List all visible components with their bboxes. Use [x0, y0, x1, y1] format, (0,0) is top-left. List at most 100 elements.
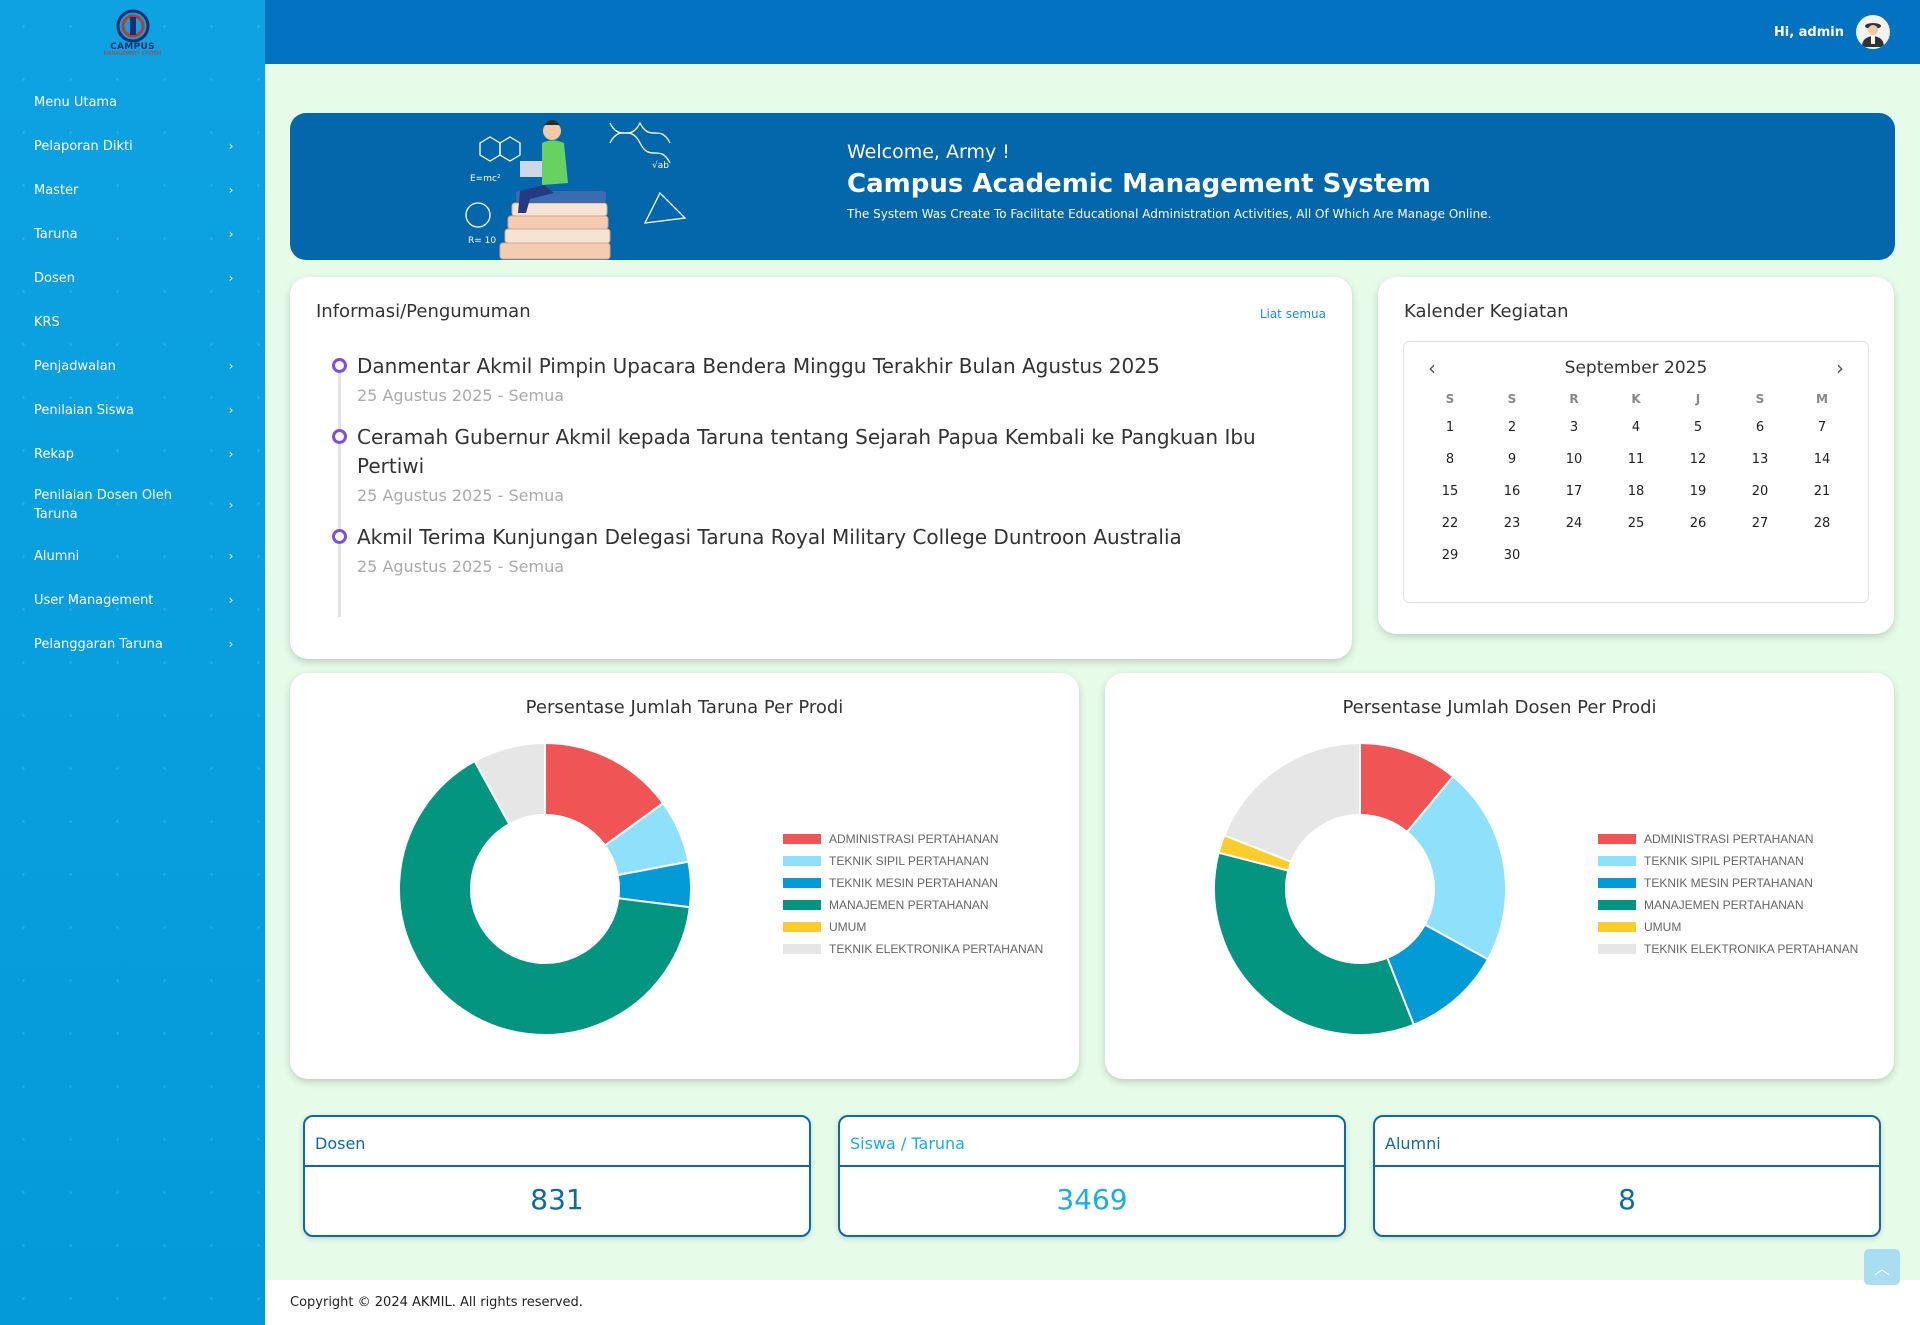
- sidebar-item-alumni[interactable]: Alumni ›: [0, 534, 265, 578]
- calendar-day[interactable]: 4: [1605, 412, 1667, 444]
- stat-value: 3469: [1056, 1183, 1128, 1216]
- chevron-right-icon: ›: [228, 447, 234, 461]
- see-all-link[interactable]: Liat semua: [1260, 307, 1326, 321]
- sidebar-item-label: Penilaian Dosen Oleh Taruna: [34, 488, 172, 522]
- stat-label: Dosen: [305, 1117, 809, 1167]
- announcements-timeline: Danmentar Akmil Pimpin Upacara Bendera M…: [332, 352, 1323, 617]
- sidebar-item-krs[interactable]: KRS: [0, 300, 265, 344]
- legend-swatch: [1598, 834, 1636, 844]
- calendar-day[interactable]: 28: [1791, 508, 1853, 540]
- calendar-day[interactable]: 14: [1791, 444, 1853, 476]
- calendar-day[interactable]: 7: [1791, 412, 1853, 444]
- legend-label[interactable]: MANAJEMEN PERTAHANAN: [1644, 898, 1804, 912]
- legend-label[interactable]: TEKNIK SIPIL PERTAHANAN: [829, 854, 989, 868]
- student-on-books-illustration: E=mc² R= 10 √ab: [465, 120, 687, 260]
- calendar-day[interactable]: 17: [1543, 476, 1605, 508]
- sidebar-item-label: User Management: [34, 592, 154, 608]
- calendar-day[interactable]: 13: [1729, 444, 1791, 476]
- app-logo[interactable]: CAMPUS MANAGEMENT SYSTEM: [0, 0, 265, 66]
- calendar-grid: S S R K J S M 1 2 3 4 5 6 7 8 9 10 11 12 13 14 15 16 17 18 19 20 21…: [1404, 380, 1868, 572]
- calendar-card: Kalender Kegiatan ‹ September 2025 › S S R…: [1378, 277, 1894, 634]
- sidebar-item-taruna[interactable]: Taruna ›: [0, 212, 265, 256]
- calendar-day[interactable]: 6: [1729, 412, 1791, 444]
- calendar-day[interactable]: 1: [1419, 412, 1481, 444]
- next-month-icon[interactable]: ›: [1830, 356, 1850, 380]
- legend-label[interactable]: MANAJEMEN PERTAHANAN: [829, 898, 989, 912]
- sidebar-item-user-management[interactable]: User Management ›: [0, 578, 265, 622]
- legend-label[interactable]: UMUM: [829, 920, 866, 934]
- calendar-day[interactable]: 29: [1419, 540, 1481, 572]
- sidebar-item-rekap[interactable]: Rekap ›: [0, 432, 265, 476]
- banner-welcome: Welcome, Army !: [847, 141, 1010, 163]
- calendar-day[interactable]: 16: [1481, 476, 1543, 508]
- back-to-top-button[interactable]: ︿: [1864, 1249, 1900, 1285]
- announcement-title[interactable]: Akmil Terima Kunjungan Delegasi Taruna R…: [357, 523, 1323, 552]
- calendar-day[interactable]: 9: [1481, 444, 1543, 476]
- sidebar-item-penilaian-dosen-oleh-taruna[interactable]: Penilaian Dosen Oleh Taruna ›: [0, 476, 265, 534]
- chevron-right-icon: ›: [228, 227, 234, 241]
- calendar-day[interactable]: 5: [1667, 412, 1729, 444]
- announcement-item[interactable]: Danmentar Akmil Pimpin Upacara Bendera M…: [332, 352, 1323, 405]
- calendar-day[interactable]: 3: [1543, 412, 1605, 444]
- calendar-title: Kalender Kegiatan: [1404, 301, 1569, 322]
- timeline-dot-icon: [332, 358, 347, 373]
- announcement-title[interactable]: Ceramah Gubernur Akmil kepada Taruna ten…: [357, 423, 1323, 481]
- announcement-title[interactable]: Danmentar Akmil Pimpin Upacara Bendera M…: [357, 352, 1323, 381]
- legend-label[interactable]: TEKNIK ELEKTRONIKA PERTAHANAN: [1644, 942, 1858, 956]
- sidebar-item-penilaian-siswa[interactable]: Penilaian Siswa ›: [0, 388, 265, 432]
- legend-label[interactable]: TEKNIK SIPIL PERTAHANAN: [1644, 854, 1804, 868]
- calendar-month: September 2025: [1564, 358, 1708, 378]
- calendar-day[interactable]: 2: [1481, 412, 1543, 444]
- legend-label[interactable]: ADMINISTRASI PERTAHANAN: [829, 832, 999, 846]
- legend-label[interactable]: ADMINISTRASI PERTAHANAN: [1644, 832, 1814, 846]
- calendar-day[interactable]: 21: [1791, 476, 1853, 508]
- calendar-day[interactable]: 18: [1605, 476, 1667, 508]
- sidebar-item-penjadwalan[interactable]: Penjadwalan ›: [0, 344, 265, 388]
- prev-month-icon[interactable]: ‹: [1422, 356, 1442, 380]
- calendar-day[interactable]: 25: [1605, 508, 1667, 540]
- legend-swatch: [783, 878, 821, 888]
- calendar-day[interactable]: 8: [1419, 444, 1481, 476]
- user-greeting[interactable]: Hi, admin: [1774, 25, 1844, 40]
- calendar-day[interactable]: 15: [1419, 476, 1481, 508]
- announcement-meta: 25 Agustus 2025 - Semua: [357, 486, 565, 505]
- sidebar-item-label: Master: [34, 182, 79, 198]
- stat-card-alumni[interactable]: Alumni 8: [1373, 1115, 1881, 1237]
- calendar-day[interactable]: 11: [1605, 444, 1667, 476]
- calendar-day[interactable]: 22: [1419, 508, 1481, 540]
- sidebar-item-label: Pelaporan Dikti: [34, 138, 133, 154]
- chevron-right-icon: ›: [228, 593, 234, 607]
- calendar-day[interactable]: 26: [1667, 508, 1729, 540]
- calendar-day[interactable]: 12: [1667, 444, 1729, 476]
- announcements-card: Informasi/Pengumuman Liat semua Danmenta…: [290, 277, 1352, 659]
- calendar-day[interactable]: 20: [1729, 476, 1791, 508]
- stat-card-dosen[interactable]: Dosen 831: [303, 1115, 811, 1237]
- donut-slice-manajemen-pertahanan[interactable]: [1213, 851, 1416, 1036]
- sidebar-item-pelaporan-dikti[interactable]: Pelaporan Dikti ›: [0, 124, 265, 168]
- announcement-item[interactable]: Akmil Terima Kunjungan Delegasi Taruna R…: [332, 523, 1323, 576]
- sidebar-item-menu-utama[interactable]: Menu Utama: [0, 80, 265, 124]
- sidebar-item-pelanggaran-taruna[interactable]: Pelanggaran Taruna ›: [0, 622, 265, 666]
- stat-card-siswa-taruna[interactable]: Siswa / Taruna 3469: [838, 1115, 1346, 1237]
- legend-label[interactable]: TEKNIK MESIN PERTAHANAN: [1644, 876, 1813, 890]
- announcement-item[interactable]: Ceramah Gubernur Akmil kepada Taruna ten…: [332, 423, 1323, 505]
- legend-label[interactable]: UMUM: [1644, 920, 1681, 934]
- avatar[interactable]: [1856, 15, 1890, 49]
- calendar-day[interactable]: 27: [1729, 508, 1791, 540]
- svg-text:E=mc²: E=mc²: [470, 174, 501, 184]
- calendar-day[interactable]: 10: [1543, 444, 1605, 476]
- calendar-day[interactable]: 19: [1667, 476, 1729, 508]
- dosen-donut-chart: ADMINISTRASI PERTAHANAN TEKNIK SIPIL PERT…: [1213, 741, 1858, 1036]
- legend-label[interactable]: TEKNIK ELEKTRONIKA PERTAHANAN: [829, 942, 1043, 956]
- sidebar-item-label: Pelanggaran Taruna: [34, 636, 163, 652]
- sidebar-item-master[interactable]: Master ›: [0, 168, 265, 212]
- calendar-day[interactable]: 30: [1481, 540, 1543, 572]
- announcement-meta: 25 Agustus 2025 - Semua: [357, 557, 565, 576]
- stat-label: Alumni: [1375, 1117, 1879, 1167]
- sidebar-item-dosen[interactable]: Dosen ›: [0, 256, 265, 300]
- legend-label[interactable]: TEKNIK MESIN PERTAHANAN: [829, 876, 998, 890]
- calendar-day[interactable]: 23: [1481, 508, 1543, 540]
- calendar-day[interactable]: 24: [1543, 508, 1605, 540]
- donut-slice-teknik-elektronika-pertahanan[interactable]: [1222, 741, 1361, 864]
- weekday-label: S: [1445, 392, 1455, 406]
